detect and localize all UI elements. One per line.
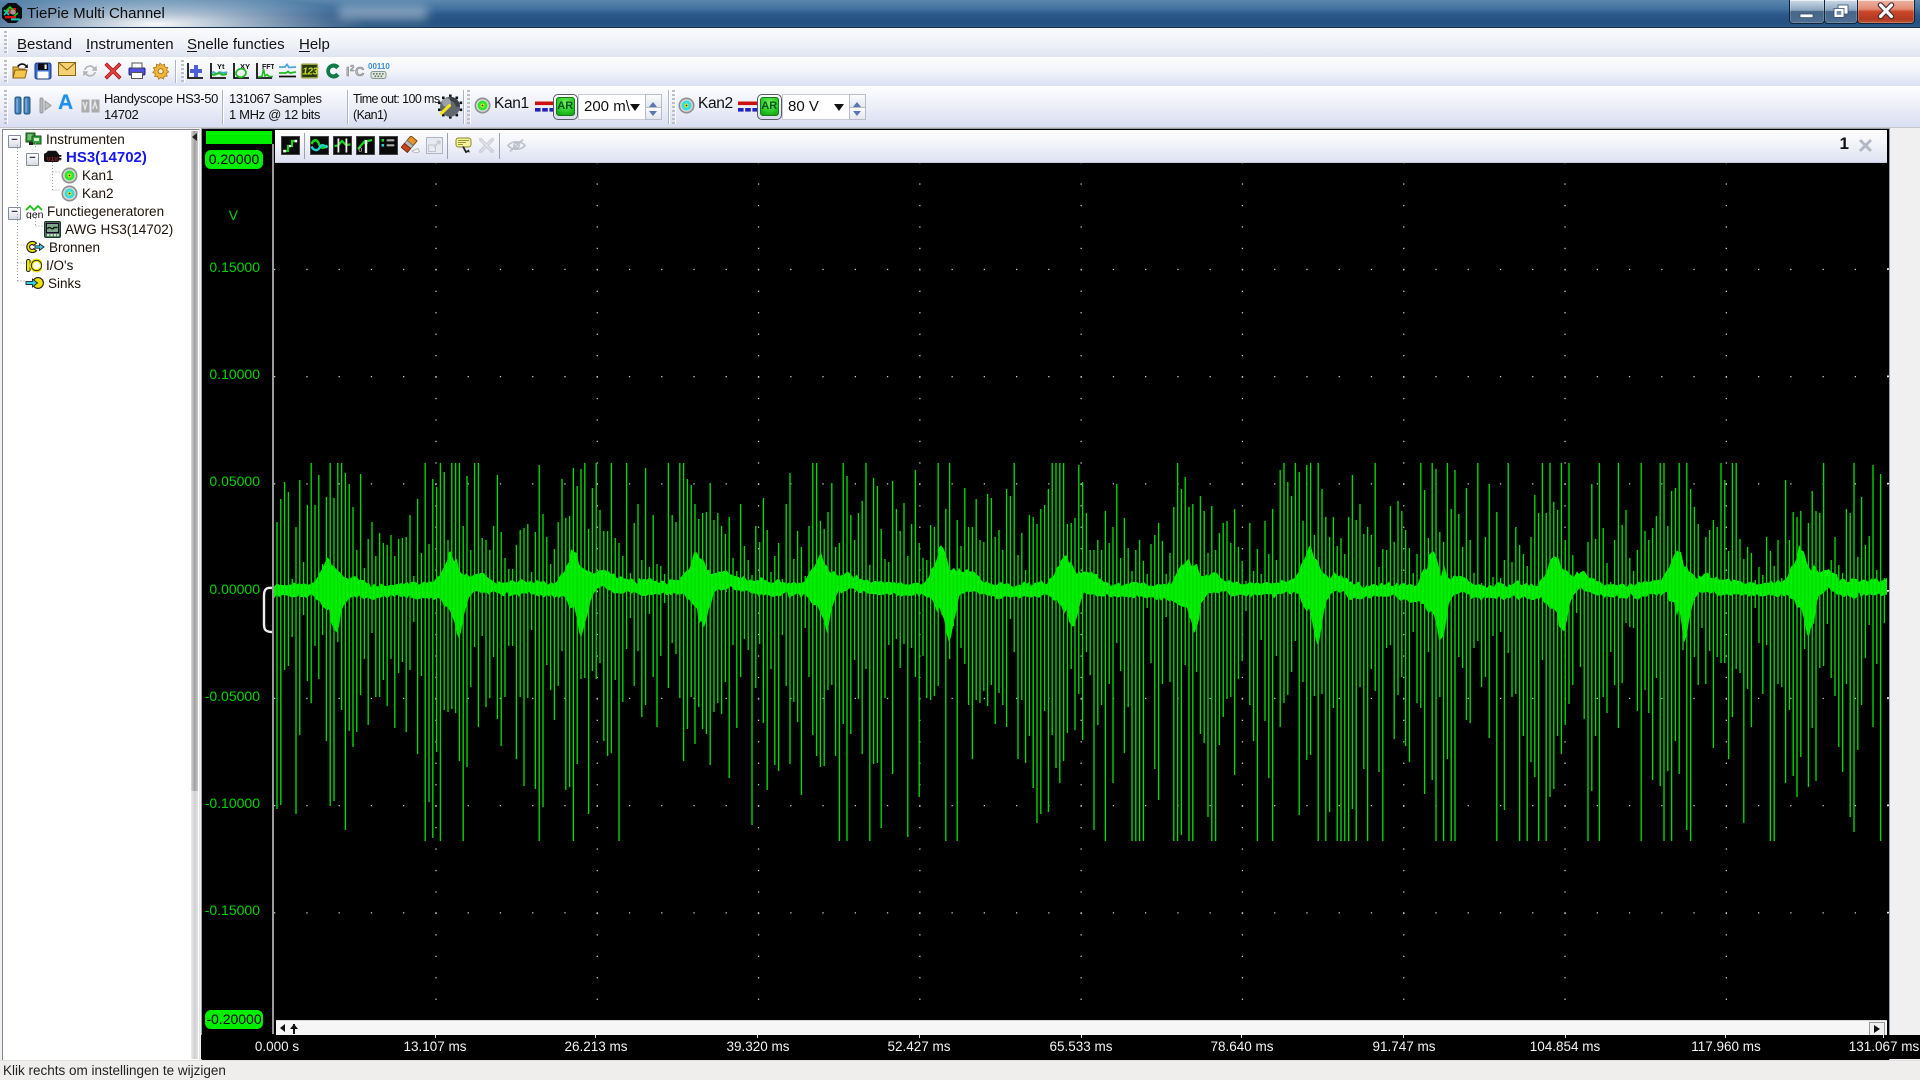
- svg-text:123: 123: [302, 67, 318, 78]
- svg-text:00110: 00110: [368, 62, 390, 71]
- svg-text:Yt: Yt: [217, 62, 225, 71]
- svg-text:C: C: [355, 64, 365, 79]
